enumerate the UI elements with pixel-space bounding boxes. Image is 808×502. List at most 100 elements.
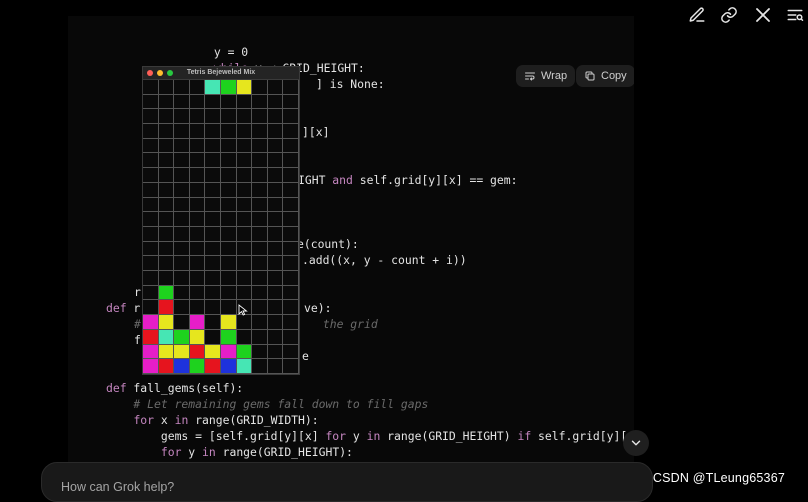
- grid-cell: [283, 226, 299, 242]
- grid-cell: [174, 94, 190, 110]
- grid-cell: [158, 124, 175, 139]
- game-grid[interactable]: [143, 80, 299, 374]
- code-comment: the grid: [316, 317, 378, 331]
- copy-button[interactable]: Copy: [576, 65, 634, 87]
- gem-block: [158, 285, 175, 301]
- code-line: def r: [106, 300, 140, 316]
- grid-cell: [189, 212, 206, 227]
- grid-cell: [158, 212, 175, 227]
- grid-cell: [267, 329, 284, 345]
- history-icon[interactable]: [786, 6, 806, 26]
- scroll-down-button[interactable]: [623, 430, 649, 456]
- grid-cell: [252, 344, 268, 360]
- grid-cell: [252, 300, 268, 316]
- code-line: def fall_gems(self):: [106, 380, 243, 396]
- code-keyword: def: [106, 301, 127, 315]
- grid-cell: [189, 256, 206, 272]
- code-text: y: [346, 429, 367, 443]
- grid-cell: [236, 256, 253, 272]
- code-text: y = 0: [159, 45, 249, 59]
- gem-block: [143, 329, 159, 345]
- grid-cell: [252, 197, 268, 213]
- grid-cell: [236, 197, 253, 213]
- grid-cell: [143, 241, 159, 257]
- code-text: self.grid[y][x] == gem:: [352, 173, 518, 187]
- grid-cell: [267, 124, 284, 139]
- grid-cell: [174, 168, 190, 183]
- grid-cell: [283, 153, 299, 169]
- grid-cell: [221, 138, 237, 154]
- grid-cell: [205, 285, 221, 301]
- window-titlebar[interactable]: Tetris Bejeweled Mix: [143, 67, 299, 80]
- grid-cell: [205, 182, 221, 198]
- grid-cell: [174, 241, 190, 257]
- code-text: x: [154, 413, 175, 427]
- code-text: e(count):: [297, 237, 359, 251]
- grid-cell: [143, 212, 159, 227]
- grid-cell: [283, 94, 299, 110]
- grid-cell: [174, 315, 190, 330]
- gem-block: [143, 344, 159, 360]
- code-text: range(GRID_HEIGHT):: [215, 445, 353, 459]
- grid-cell: [143, 182, 159, 198]
- grid-cell: [283, 344, 299, 360]
- copy-label: Copy: [601, 70, 627, 82]
- grid-cell: [283, 256, 299, 272]
- grid-cell: [283, 329, 299, 345]
- grid-cell: [236, 168, 253, 183]
- grid-cell: [221, 124, 237, 139]
- grid-cell: [221, 109, 237, 125]
- grid-cell: [267, 80, 284, 95]
- code-comment: #: [134, 317, 141, 331]
- edit-icon[interactable]: [688, 6, 708, 26]
- gem-block: [221, 344, 237, 360]
- grid-cell: [174, 124, 190, 139]
- grid-cell: [252, 109, 268, 125]
- grid-cell: [205, 124, 221, 139]
- grid-cell: [189, 182, 206, 198]
- grid-cell: [174, 226, 190, 242]
- grid-cell: [221, 153, 237, 169]
- code-text: self.grid[y][x]: [531, 429, 634, 443]
- grid-cell: [189, 197, 206, 213]
- grid-cell: [205, 197, 221, 213]
- grid-cell: [252, 124, 268, 139]
- grid-cell: [252, 315, 268, 330]
- grid-cell: [158, 138, 175, 154]
- grid-cell: [174, 256, 190, 272]
- code-keyword: for: [133, 413, 155, 427]
- grid-cell: [236, 138, 253, 154]
- code-keyword: in: [366, 429, 381, 443]
- code-text: range(GRID_HEIGHT): [380, 429, 518, 443]
- gem-block: [221, 315, 237, 330]
- grid-cell: [283, 80, 299, 95]
- x-logo-icon[interactable]: [754, 6, 774, 26]
- code-line: .add((x, y - count + i)): [302, 252, 467, 268]
- grid-cell: [205, 94, 221, 110]
- grid-cell: [221, 256, 237, 272]
- wrap-button[interactable]: Wrap: [516, 65, 576, 87]
- link-icon[interactable]: [720, 6, 740, 26]
- grid-cell: [143, 300, 159, 316]
- code-text: ][x]: [302, 125, 330, 139]
- chat-input[interactable]: How can Grok help?: [41, 462, 653, 502]
- gem-block: [174, 344, 190, 360]
- grid-cell: [252, 80, 268, 95]
- gem-block: [236, 344, 253, 360]
- grid-cell: [221, 168, 237, 183]
- grid-cell: [283, 168, 299, 183]
- grid-cell: [143, 109, 159, 125]
- game-window[interactable]: Tetris Bejeweled Mix: [142, 66, 300, 375]
- grid-cell: [143, 138, 159, 154]
- grid-cell: [236, 153, 253, 169]
- grid-cell: [143, 153, 159, 169]
- grid-cell: [158, 241, 175, 257]
- code-line: IGHT and self.grid[y][x] == gem:: [298, 172, 517, 188]
- grid-cell: [174, 300, 190, 316]
- code-line: # Let remaining gems fall down to fill g…: [106, 396, 428, 412]
- grid-cell: [174, 80, 190, 95]
- code-line: ve):: [304, 300, 331, 316]
- grid-cell: [174, 197, 190, 213]
- grid-cell: [174, 285, 190, 301]
- gem-block: [189, 344, 206, 360]
